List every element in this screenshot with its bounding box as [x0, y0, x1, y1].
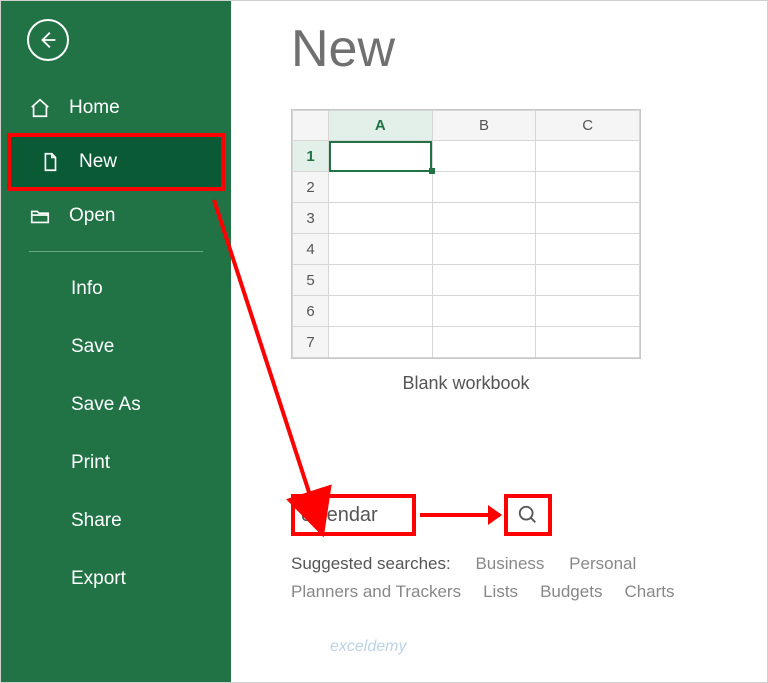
nav-share[interactable]: Share — [1, 492, 231, 550]
folder-open-icon — [29, 205, 51, 227]
search-icon — [517, 504, 539, 526]
nav-save-as[interactable]: Save As — [1, 376, 231, 434]
suggested-personal[interactable]: Personal — [569, 554, 636, 573]
template-label: Blank workbook — [291, 373, 641, 394]
suggested-charts[interactable]: Charts — [624, 582, 674, 602]
template-blank-workbook[interactable]: A B C 1 2 3 4 5 6 7 Blank workbook — [291, 109, 641, 394]
back-button[interactable] — [27, 19, 69, 61]
suggested-planners[interactable]: Planners and Trackers — [291, 582, 461, 602]
nav-new[interactable]: New — [11, 137, 221, 187]
template-search-input[interactable]: calendar — [291, 494, 416, 536]
nav-divider — [29, 251, 203, 252]
nav-secondary: Info Save Save As Print Share Export — [1, 260, 231, 608]
nav-info[interactable]: Info — [1, 260, 231, 318]
nav-export[interactable]: Export — [1, 550, 231, 608]
backstage-sidebar: Home New Open Info Save Save As Print Sh… — [1, 1, 231, 682]
suggested-label: Suggested searches: Business Personal — [291, 554, 739, 574]
nav-save[interactable]: Save — [1, 318, 231, 376]
page-title: New — [291, 19, 739, 79]
template-search-row: calendar — [291, 494, 739, 536]
nav-primary: Home New Open — [1, 83, 231, 241]
nav-open-label: Open — [69, 205, 115, 227]
file-icon — [39, 151, 61, 173]
blank-workbook-preview: A B C 1 2 3 4 5 6 7 — [291, 109, 641, 359]
col-B: B — [432, 111, 536, 141]
main-panel: New A B C 1 2 3 4 5 6 7 — [231, 1, 767, 682]
nav-home[interactable]: Home — [1, 83, 231, 133]
annotation-arrow-icon — [420, 513, 500, 517]
col-C: C — [536, 111, 640, 141]
nav-open[interactable]: Open — [1, 191, 231, 241]
nav-print[interactable]: Print — [1, 434, 231, 492]
suggested-row: Planners and Trackers Lists Budgets Char… — [291, 582, 739, 602]
suggested-budgets[interactable]: Budgets — [540, 582, 602, 602]
template-search-button[interactable] — [504, 494, 552, 536]
nav-new-label: New — [79, 151, 117, 173]
suggested-business[interactable]: Business — [475, 554, 544, 573]
suggested-lists[interactable]: Lists — [483, 582, 518, 602]
col-A: A — [329, 111, 433, 141]
arrow-left-icon — [37, 29, 59, 51]
nav-home-label: Home — [69, 97, 120, 119]
home-icon — [29, 97, 51, 119]
